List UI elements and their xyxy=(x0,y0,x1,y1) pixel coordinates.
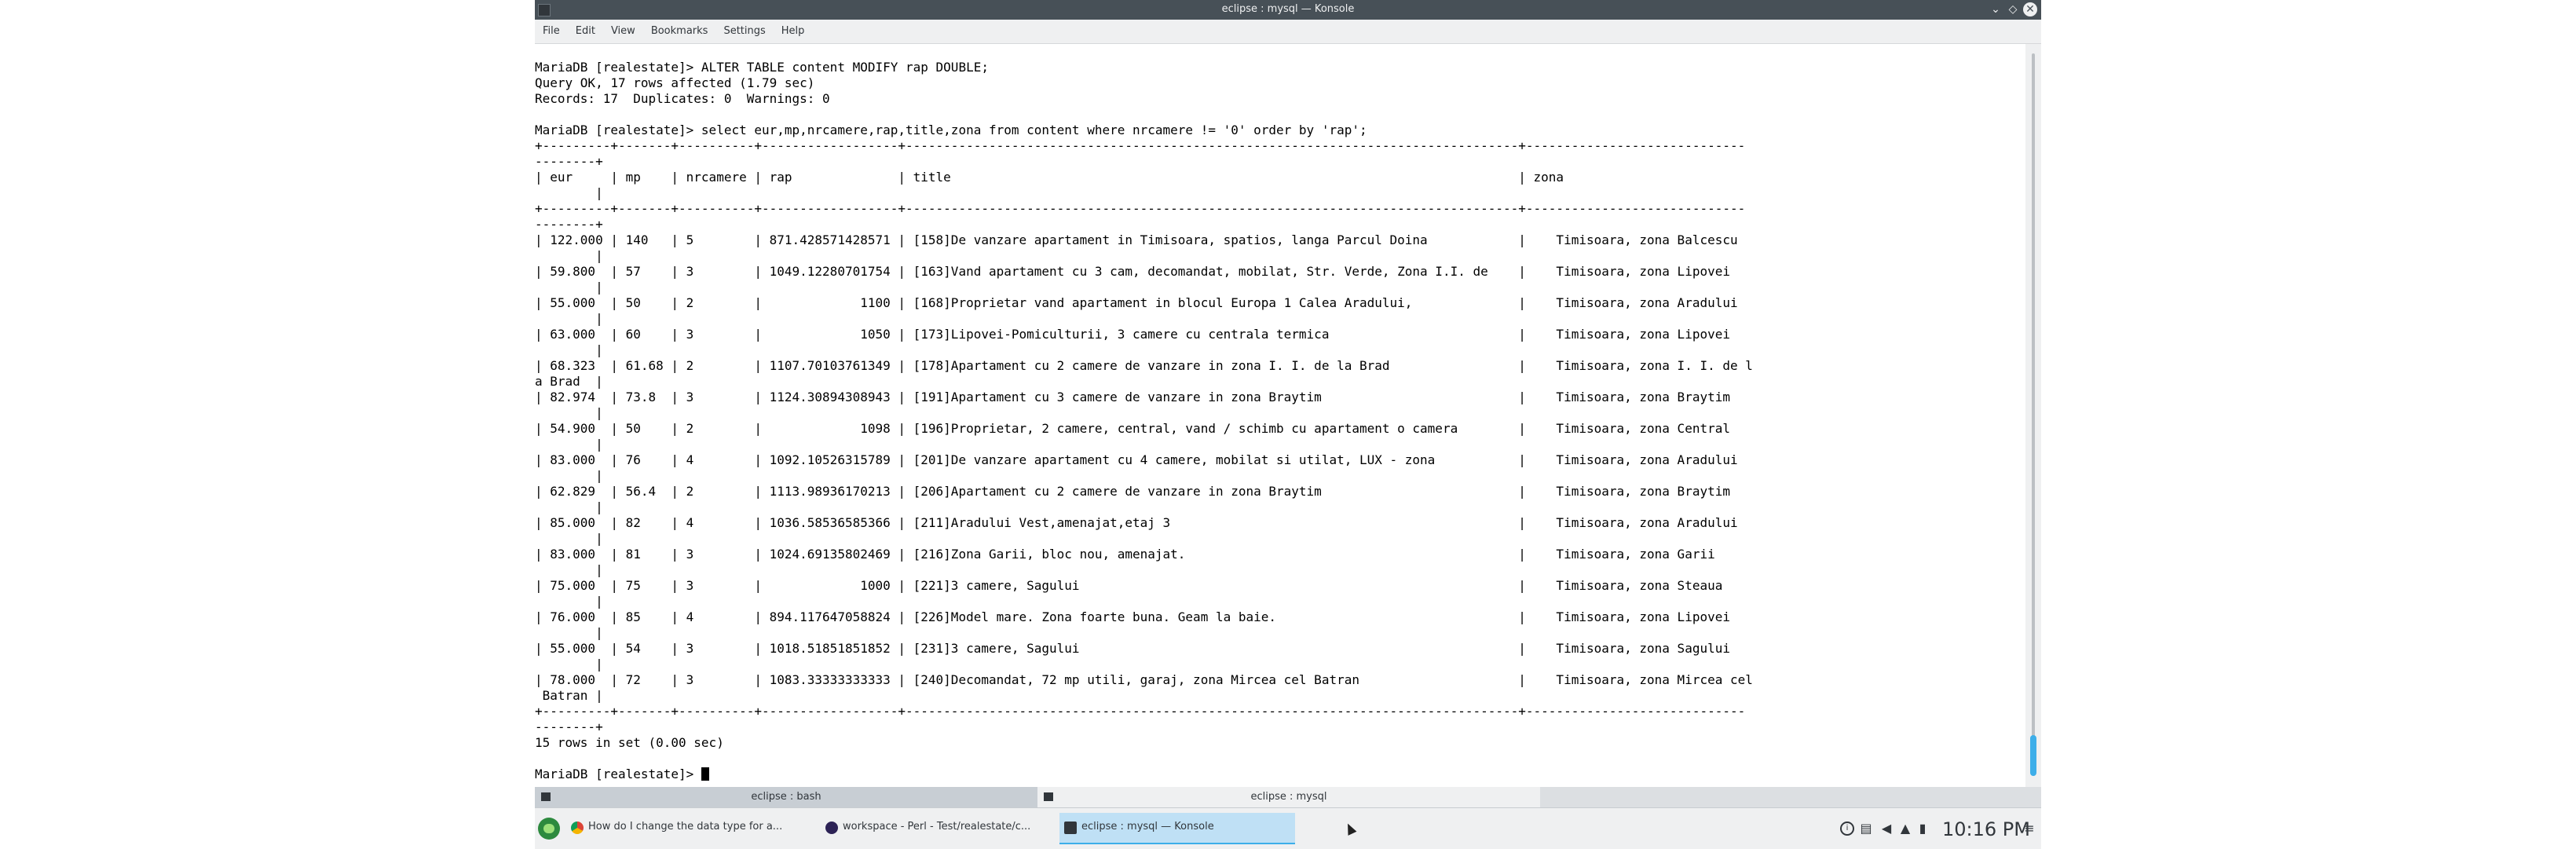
terminal-line: | xyxy=(535,594,603,609)
application-launcher-icon[interactable] xyxy=(538,818,560,840)
terminal-line: | 59.800 | 57 | 3 | 1049.12280701754 | [… xyxy=(535,264,1730,279)
terminal-line: MariaDB [realestate]> xyxy=(535,767,701,781)
terminal-line: | 75.000 | 75 | 3 | 1000 | [221]3 camere… xyxy=(535,578,1723,593)
terminal-line: | xyxy=(535,625,603,640)
battery-icon[interactable]: ▮ xyxy=(1916,822,1930,836)
terminal-line: --------+ xyxy=(535,719,603,734)
terminal-line: | xyxy=(535,185,603,200)
panel-menu-icon[interactable]: ≡ xyxy=(2022,822,2036,836)
session-tabs: eclipse : bash eclipse : mysql xyxy=(535,787,2041,807)
terminal-line: | 83.000 | 81 | 3 | 1024.69135802469 | [… xyxy=(535,547,1715,562)
scrollbar-track[interactable] xyxy=(2032,53,2035,776)
terminal-line: | 55.000 | 50 | 2 | 1100 | [168]Propriet… xyxy=(535,295,1738,310)
terminal-line: MariaDB [realestate]> ALTER TABLE conten… xyxy=(535,60,989,75)
text-cursor xyxy=(701,767,709,781)
menu-view[interactable]: View xyxy=(603,20,643,43)
terminal-line: a Brad | xyxy=(535,374,603,389)
menu-help[interactable]: Help xyxy=(774,20,813,43)
terminal-line: Query OK, 17 rows affected (1.79 sec) xyxy=(535,75,815,90)
terminal-line: 15 rows in set (0.00 sec) xyxy=(535,735,724,750)
task-label: workspace - Perl - Test/realestate/c... xyxy=(843,821,1031,833)
volume-icon[interactable]: ◀ xyxy=(1879,822,1894,836)
terminal-line: | 68.323 | 61.68 | 2 | 1107.70103761349 … xyxy=(535,358,1753,373)
show-hidden-icons-icon[interactable]: ▲ xyxy=(1898,822,1912,836)
terminal-line: | 54.900 | 50 | 2 | 1098 | [196]Propriet… xyxy=(535,421,1730,436)
terminal-line: | xyxy=(535,500,603,514)
menu-settings[interactable]: Settings xyxy=(715,20,773,43)
terminal-line: | 122.000 | 140 | 5 | 871.428571428571 |… xyxy=(535,232,1738,247)
terminal-line: | 83.000 | 76 | 4 | 1092.10526315789 | [… xyxy=(535,452,1738,467)
close-button[interactable]: ✕ xyxy=(2023,2,2037,16)
terminal-line: +---------+-------+----------+----------… xyxy=(535,704,1746,719)
terminal-line: | xyxy=(535,468,603,483)
terminal-line: | eur | mp | nrcamere | rap | title | zo… xyxy=(535,170,1564,185)
konsole-icon xyxy=(1064,822,1077,834)
terminal-line: | 85.000 | 82 | 4 | 1036.58536585366 | [… xyxy=(535,515,1738,530)
terminal-line: +---------+-------+----------+----------… xyxy=(535,201,1746,216)
task-eclipse[interactable]: workspace - Perl - Test/realestate/c... xyxy=(821,813,1056,843)
task-label: How do I change the data type for a... xyxy=(588,821,783,833)
terminal-line: --------+ xyxy=(535,154,603,169)
chrome-icon xyxy=(571,822,584,834)
taskbar: How do I change the data type for a... w… xyxy=(535,807,2041,849)
terminal-line: | xyxy=(535,531,603,546)
terminal-line: +---------+-------+----------+----------… xyxy=(535,138,1746,153)
terminal-line: | xyxy=(535,342,603,357)
maximize-button[interactable]: ◇ xyxy=(2005,2,2021,17)
terminal-line: Records: 17 Duplicates: 0 Warnings: 0 xyxy=(535,91,830,106)
task-konsole[interactable]: eclipse : mysql — Konsole xyxy=(1059,813,1295,844)
tab-eclipse-mysql[interactable]: eclipse : mysql xyxy=(1037,787,1540,807)
tab-label: eclipse : mysql xyxy=(1250,791,1327,803)
task-label: eclipse : mysql — Konsole xyxy=(1081,821,1214,833)
terminal-line: --------+ xyxy=(535,217,603,232)
window-title: eclipse : mysql — Konsole xyxy=(1221,3,1355,15)
terminal-scrollbar[interactable] xyxy=(2025,44,2041,787)
clipboard-icon[interactable]: ▤ xyxy=(1859,822,1873,836)
terminal-output[interactable]: MariaDB [realestate]> ALTER TABLE conten… xyxy=(535,44,2025,787)
terminal-line: | 63.000 | 60 | 3 | 1050 | [173]Lipovei-… xyxy=(535,327,1730,342)
terminal-line: | 62.829 | 56.4 | 2 | 1113.98936170213 |… xyxy=(535,484,1730,499)
network-icon[interactable]: i xyxy=(1840,822,1854,836)
terminal-line: | 82.974 | 73.8 | 3 | 1124.30894308943 |… xyxy=(535,390,1730,404)
menu-bar: File Edit View Bookmarks Settings Help xyxy=(535,20,2041,44)
terminal-line: | xyxy=(535,405,603,420)
terminal-line: | 55.000 | 54 | 3 | 1018.51851851852 | [… xyxy=(535,641,1730,656)
terminal-line: | 78.000 | 72 | 3 | 1083.33333333333 | [… xyxy=(535,672,1753,687)
terminal-line: Batran | xyxy=(535,688,603,703)
task-chrome[interactable]: How do I change the data type for a... xyxy=(566,813,818,843)
terminal-line: | xyxy=(535,248,603,263)
title-bar[interactable]: eclipse : mysql — Konsole ⌄ ◇ ✕ xyxy=(535,0,2041,20)
eclipse-icon xyxy=(825,822,838,834)
terminal-line: | xyxy=(535,437,603,452)
terminal-line: | xyxy=(535,311,603,326)
terminal-line: | xyxy=(535,657,603,672)
terminal-line: | xyxy=(535,562,603,577)
minimize-button[interactable]: ⌄ xyxy=(1988,2,2003,17)
konsole-window: eclipse : mysql — Konsole ⌄ ◇ ✕ File Edit… xyxy=(535,0,2041,849)
clock[interactable]: 10:16 PM xyxy=(1942,818,2030,840)
scrollbar-thumb[interactable] xyxy=(2030,735,2036,776)
terminal-line: | xyxy=(535,280,603,295)
menu-file[interactable]: File xyxy=(535,20,568,43)
terminal-text: MariaDB [realestate]> ALTER TABLE conten… xyxy=(535,44,2025,782)
terminal-line: MariaDB [realestate]> select eur,mp,nrca… xyxy=(535,123,1367,137)
system-tray: i ▤ ◀ ▲ ▮ 10:16 PM ≡ xyxy=(1837,808,2041,849)
tab-label: eclipse : bash xyxy=(751,791,821,803)
tab-eclipse-bash[interactable]: eclipse : bash xyxy=(535,787,1037,807)
menu-bookmarks[interactable]: Bookmarks xyxy=(643,20,716,43)
terminal-line: | 76.000 | 85 | 4 | 894.117647058824 | [… xyxy=(535,609,1730,624)
menu-edit[interactable]: Edit xyxy=(568,20,603,43)
